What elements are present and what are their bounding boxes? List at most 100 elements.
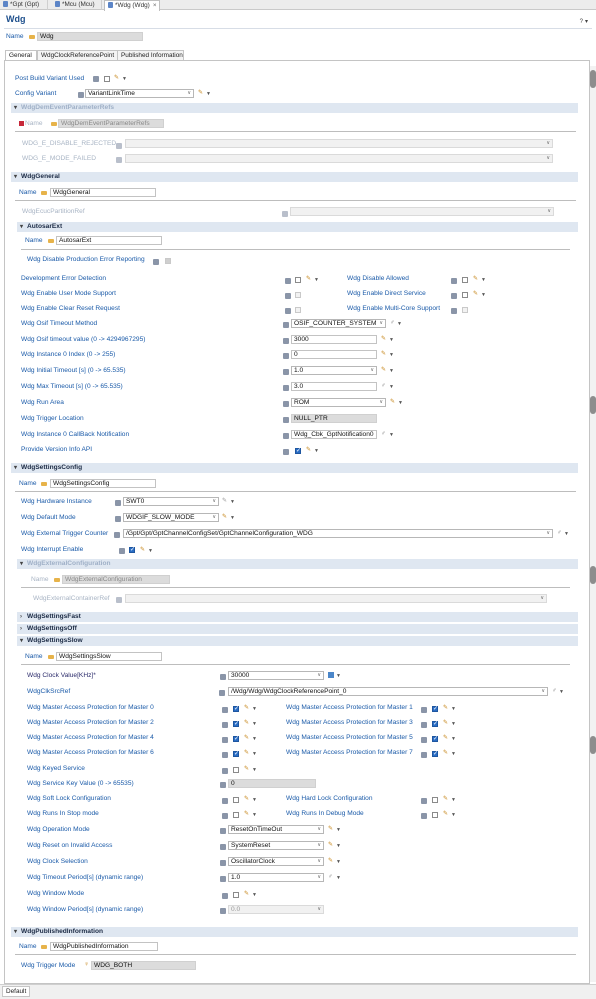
chevron-down-icon[interactable]: ▼ bbox=[314, 448, 319, 454]
dem-name-field[interactable]: WdgDemEventParameterRefs bbox=[58, 119, 164, 128]
edit-icon[interactable]: ✎ bbox=[390, 398, 395, 405]
edit-icon[interactable]: ✎ bbox=[244, 765, 249, 772]
link-icon[interactable]: ♂ bbox=[381, 431, 386, 437]
chevron-down-icon[interactable]: ▼ bbox=[389, 368, 394, 374]
chevron-down-icon[interactable]: ▼ bbox=[148, 548, 153, 554]
chevron-down-icon[interactable]: ▼ bbox=[564, 531, 569, 537]
autosar-ext-name-field[interactable]: AutosarExt bbox=[56, 236, 162, 245]
op-mode-select[interactable]: ResetOnTimeOut bbox=[228, 825, 324, 834]
config-variant-select[interactable]: VariantLinkTime bbox=[85, 89, 194, 98]
section-settings-off[interactable]: › WdgSettingsOff bbox=[17, 624, 578, 634]
chevron-down-icon[interactable]: ▼ bbox=[336, 859, 341, 865]
chevron-down-icon[interactable]: ▼ bbox=[206, 91, 211, 97]
wdg-general-name-field[interactable]: WdgGeneral bbox=[50, 188, 156, 197]
tab-published-information[interactable]: Published Information bbox=[117, 50, 184, 60]
runs-debug-checkbox[interactable] bbox=[432, 812, 438, 818]
disable-allowed-checkbox[interactable] bbox=[462, 277, 468, 283]
settings-config-name-field[interactable]: WdgSettingsConfig bbox=[50, 479, 156, 488]
chevron-down-icon[interactable]: ▼ bbox=[336, 673, 341, 679]
ext-trigger-select[interactable]: /Gpt/Gpt/GptChannelConfigSet/GptChannelC… bbox=[123, 529, 553, 538]
map7-checkbox[interactable] bbox=[432, 750, 438, 757]
multicore-checkbox[interactable] bbox=[462, 307, 468, 313]
window-period-combo[interactable]: 0.0 bbox=[228, 905, 324, 914]
external-container-ref-select[interactable] bbox=[125, 594, 547, 603]
chevron-down-icon[interactable]: ▼ bbox=[336, 843, 341, 849]
menu-icon[interactable]: ▾ bbox=[585, 19, 590, 25]
chevron-down-icon[interactable]: ▼ bbox=[252, 706, 257, 712]
disable-prod-error-checkbox[interactable] bbox=[165, 258, 171, 264]
chevron-down-icon[interactable]: ▼ bbox=[252, 751, 257, 757]
expand-icon[interactable]: › bbox=[20, 624, 27, 634]
map6-checkbox[interactable] bbox=[233, 750, 239, 757]
mode-failed-select[interactable] bbox=[125, 154, 553, 163]
direct-service-checkbox[interactable] bbox=[462, 292, 468, 298]
edit-icon[interactable]: ✎ bbox=[328, 825, 333, 832]
disable-rejected-select[interactable] bbox=[125, 139, 553, 148]
user-mode-checkbox[interactable] bbox=[295, 292, 301, 298]
published-name-field[interactable]: WdgPublishedInformation bbox=[50, 942, 158, 951]
version-api-checkbox[interactable] bbox=[295, 447, 301, 454]
dev-error-checkbox[interactable] bbox=[295, 277, 301, 283]
edit-icon[interactable]: ✎ bbox=[381, 366, 386, 373]
window-mode-checkbox[interactable] bbox=[233, 892, 239, 898]
reset-invalid-select[interactable]: SystemReset bbox=[228, 841, 324, 850]
edit-icon[interactable]: ✎ bbox=[443, 719, 448, 726]
chevron-down-icon[interactable]: ▼ bbox=[481, 292, 486, 298]
section-dem-event-refs[interactable]: ▾ WdgDemEventParameterRefs bbox=[11, 103, 578, 113]
chevron-down-icon[interactable]: ▼ bbox=[451, 736, 456, 742]
chevron-down-icon[interactable]: ▼ bbox=[252, 721, 257, 727]
edit-icon[interactable]: ✎ bbox=[114, 74, 119, 81]
chevron-down-icon[interactable]: ▼ bbox=[398, 400, 403, 406]
chevron-down-icon[interactable]: ▼ bbox=[252, 892, 257, 898]
settings-slow-name-field[interactable]: WdgSettingsSlow bbox=[56, 652, 162, 661]
chevron-down-icon[interactable]: ▼ bbox=[397, 321, 402, 327]
chevron-down-icon[interactable]: ▼ bbox=[336, 875, 341, 881]
edit-icon[interactable]: ✎ bbox=[381, 335, 386, 342]
edit-icon[interactable]: ✎ bbox=[328, 841, 333, 848]
scrollbar-thumb[interactable] bbox=[590, 736, 596, 754]
edit-icon[interactable]: ✎ bbox=[244, 890, 249, 897]
section-settings-slow[interactable]: ▾ WdgSettingsSlow bbox=[17, 636, 578, 646]
timeout-period-combo[interactable]: 1.0 bbox=[228, 873, 324, 882]
max-timeout-field[interactable]: 3.0 bbox=[291, 382, 377, 391]
edit-icon[interactable]: ✎ bbox=[198, 89, 203, 96]
edit-icon[interactable]: ✎ bbox=[244, 734, 249, 741]
edit-icon[interactable]: ✎ bbox=[244, 749, 249, 756]
collapse-icon[interactable]: ▾ bbox=[14, 463, 21, 473]
collapse-icon[interactable]: ▾ bbox=[14, 172, 21, 182]
link-icon[interactable]: ♂ bbox=[552, 688, 557, 694]
chevron-down-icon[interactable]: ▼ bbox=[451, 721, 456, 727]
chevron-down-icon[interactable]: ▼ bbox=[252, 812, 257, 818]
osif-value-field[interactable]: 3000 bbox=[291, 335, 377, 344]
map0-checkbox[interactable] bbox=[233, 705, 239, 712]
link-icon[interactable]: ♂ bbox=[328, 874, 333, 880]
edit-icon[interactable]: ✎ bbox=[244, 704, 249, 711]
chevron-down-icon[interactable]: ▼ bbox=[252, 797, 257, 803]
link-icon[interactable]: ♂ bbox=[381, 383, 386, 389]
callback-field[interactable]: Wdg_Cbk_GptNotification0 bbox=[291, 430, 377, 439]
edit-icon[interactable]: ✎ bbox=[306, 275, 311, 282]
editor-tab-gpt[interactable]: *Gpt (Gpt) bbox=[0, 0, 48, 10]
chevron-down-icon[interactable]: ▼ bbox=[230, 499, 235, 505]
section-autosar-ext[interactable]: ▾ AutosarExt bbox=[17, 222, 578, 232]
chevron-down-icon[interactable]: ▼ bbox=[389, 384, 394, 390]
chevron-down-icon[interactable]: ▼ bbox=[389, 337, 394, 343]
initial-timeout-combo[interactable]: 1.0 bbox=[291, 366, 377, 375]
close-icon[interactable]: × bbox=[153, 2, 157, 9]
chevron-down-icon[interactable]: ▼ bbox=[336, 827, 341, 833]
expand-icon[interactable]: › bbox=[20, 612, 27, 622]
interrupt-checkbox[interactable] bbox=[129, 546, 135, 553]
clock-selection-select[interactable]: OscillatorClock bbox=[228, 857, 324, 866]
vertical-scrollbar[interactable] bbox=[590, 66, 596, 982]
edit-icon[interactable]: ✎ bbox=[140, 546, 145, 553]
status-tab-default[interactable]: Default bbox=[2, 986, 31, 997]
edit-icon[interactable]: ✎ bbox=[443, 795, 448, 802]
edit-icon[interactable]: ✎ bbox=[222, 497, 227, 504]
edit-icon[interactable]: ✎ bbox=[381, 350, 386, 357]
collapse-icon[interactable]: ▾ bbox=[20, 559, 27, 569]
link-icon[interactable]: ♂ bbox=[390, 320, 395, 326]
trigger-mode-field[interactable]: WDG_BOTH bbox=[91, 961, 196, 970]
collapse-icon[interactable]: ▾ bbox=[14, 103, 21, 113]
edit-icon[interactable]: ✎ bbox=[473, 290, 478, 297]
edit-icon[interactable]: ✎ bbox=[328, 857, 333, 864]
